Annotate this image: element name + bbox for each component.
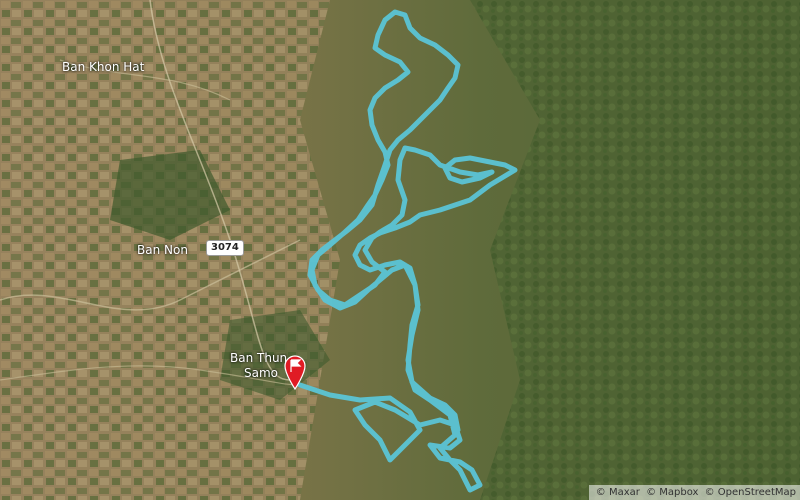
place-label-samo: Samo [244,366,279,380]
attribution-mapbox[interactable]: © Mapbox [646,487,698,498]
attribution-osm[interactable]: © OpenStreetMap [705,487,796,498]
satellite-imagery [0,0,800,500]
map-view[interactable]: Ban Khon Hat Ban Non 3074 Ban Thun Samo … [0,0,800,500]
place-label-ban-thun: Ban Thun [230,351,288,365]
road-shield: 3074 [206,240,244,256]
attribution-maxar[interactable]: © Maxar [596,487,640,498]
place-label-ban-khon-hat: Ban Khon Hat [62,60,145,74]
place-label-ban-non: Ban Non [137,243,188,257]
map-attribution: © Maxar © Mapbox © OpenStreetMap [588,485,800,500]
flag-icon[interactable] [284,354,306,390]
